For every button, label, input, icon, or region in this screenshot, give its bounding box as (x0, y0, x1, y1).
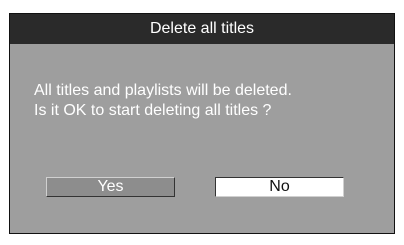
yes-button[interactable]: Yes (46, 177, 175, 197)
no-button[interactable]: No (215, 177, 344, 197)
dialog-title: Delete all titles (10, 14, 394, 44)
message-line-2: Is it OK to start deleting all titles ? (34, 102, 272, 119)
dialog-message: All titles and playlists will be deleted… (34, 81, 292, 121)
delete-all-titles-dialog: Delete all titles All titles and playlis… (9, 13, 395, 234)
message-line-1: All titles and playlists will be deleted… (34, 82, 292, 99)
